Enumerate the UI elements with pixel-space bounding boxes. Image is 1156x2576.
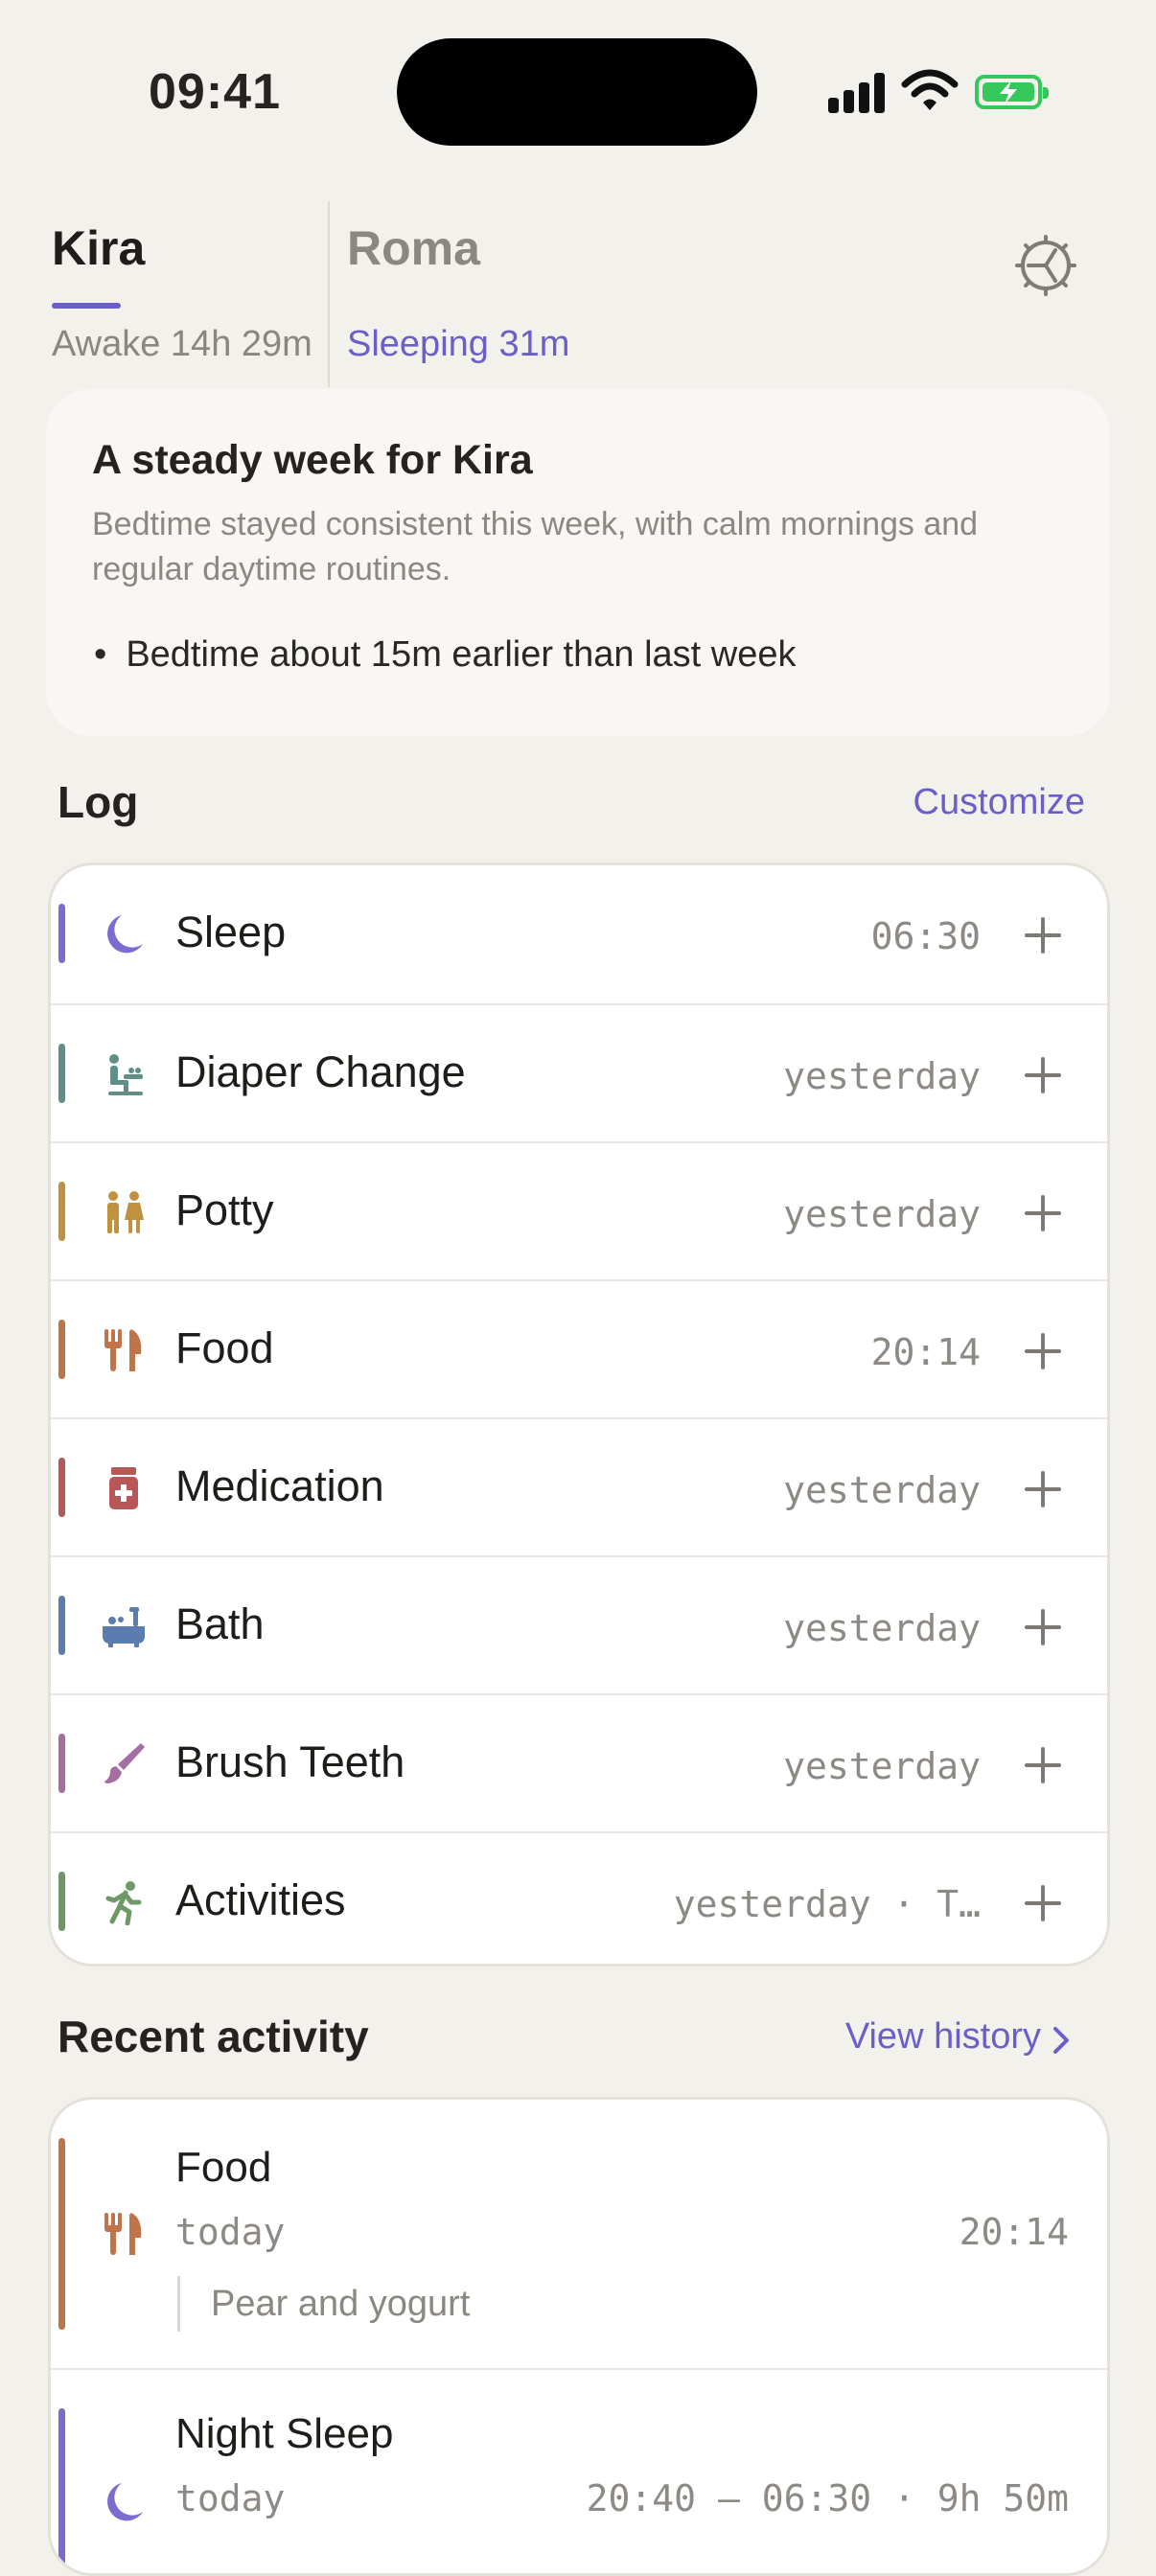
recent-section-title: Recent activity: [58, 2012, 369, 2061]
battery-charging-icon: [975, 75, 1049, 109]
log-label: Potty: [175, 1185, 274, 1234]
gear-icon[interactable]: [1012, 232, 1079, 299]
bathtub-icon: [103, 1607, 145, 1647]
category-color-bar: [58, 1596, 65, 1655]
category-color-bar: [58, 904, 65, 963]
add-log-button[interactable]: [1025, 1195, 1061, 1231]
profile-divider: [328, 201, 330, 387]
changing-table-icon: [108, 1054, 143, 1095]
add-log-button[interactable]: [1025, 1609, 1061, 1645]
recent-entry-food[interactable]: Food today 20:14 Pear and yogurt: [51, 2100, 1107, 2368]
entry-day: today: [175, 2477, 286, 2519]
fork-knife-icon: [104, 1329, 142, 1371]
medicine-bottle-icon: [109, 1467, 138, 1509]
moon-icon: [107, 2483, 143, 2521]
profile-state: Sleeping 31m: [347, 324, 570, 364]
restroom-icon: [107, 1191, 144, 1233]
profile-name: Roma: [347, 221, 480, 275]
profile-state: Awake 14h 29m: [52, 324, 312, 364]
category-color-bar: [58, 1182, 65, 1241]
summary-bullet: • Bedtime about 15m earlier than last wee…: [94, 634, 797, 675]
log-label: Sleep: [175, 908, 287, 956]
log-row-potty[interactable]: Potty yesterday: [51, 1141, 1107, 1281]
view-history-link[interactable]: View history: [845, 2016, 1041, 2058]
category-color-bar: [58, 1458, 65, 1517]
customize-button[interactable]: Customize: [913, 782, 1086, 823]
log-row-sleep[interactable]: Sleep 06:30: [51, 865, 1107, 1003]
log-last-time: 06:30: [870, 915, 981, 957]
log-row-medication[interactable]: Medication yesterday: [51, 1417, 1107, 1557]
fork-knife-icon: [104, 2213, 142, 2255]
log-last-time: yesterday: [783, 1745, 981, 1787]
entry-note: Pear and yogurt: [177, 2276, 470, 2332]
log-label: Activities: [175, 1875, 346, 1924]
log-last-time: yesterday: [783, 1607, 981, 1649]
log-last-time: yesterday: [783, 1193, 981, 1235]
log-label: Bath: [175, 1599, 265, 1648]
dynamic-island: [397, 38, 757, 146]
moon-icon: [107, 915, 143, 954]
profile-tab-roma[interactable]: Roma Sleeping 31m: [347, 220, 569, 364]
log-row-activities[interactable]: Activities yesterday · T…: [51, 1831, 1107, 1964]
active-profile-indicator: [52, 303, 121, 309]
log-row-bath[interactable]: Bath yesterday: [51, 1555, 1107, 1695]
add-log-button[interactable]: [1025, 1471, 1061, 1507]
entry-time: 20:40 – 06:30 · 9h 50m: [586, 2477, 1069, 2519]
log-row-diaper-change[interactable]: Diaper Change yesterday: [51, 1003, 1107, 1143]
chevron-right-icon[interactable]: [1051, 2024, 1072, 2057]
log-last-time: yesterday · T…: [673, 1883, 981, 1925]
cellular-signal-icon: [828, 73, 886, 113]
log-last-time: 20:14: [870, 1331, 981, 1373]
log-row-food[interactable]: Food 20:14: [51, 1279, 1107, 1419]
profile-tab-kira[interactable]: Kira Awake 14h 29m: [52, 220, 312, 364]
recent-entry-night-sleep[interactable]: Night Sleep today 20:40 – 06:30 · 9h 50m: [51, 2370, 1107, 2573]
add-log-button[interactable]: [1025, 1333, 1061, 1369]
category-color-bar: [58, 1872, 65, 1931]
add-log-button[interactable]: [1025, 1747, 1061, 1783]
entry-day: today: [175, 2211, 286, 2253]
entry-title: Night Sleep: [175, 2410, 394, 2457]
log-list: Sleep 06:30 Diaper Change yesterday Pott…: [48, 862, 1110, 1966]
log-label: Food: [175, 1323, 274, 1372]
category-color-bar: [58, 1734, 65, 1793]
add-log-button[interactable]: [1025, 1885, 1061, 1921]
log-row-brush-teeth[interactable]: Brush Teeth yesterday: [51, 1693, 1107, 1833]
brush-icon: [104, 1743, 145, 1783]
running-person-icon: [105, 1881, 142, 1925]
profile-name: Kira: [52, 221, 146, 275]
log-label: Diaper Change: [175, 1047, 466, 1096]
add-log-button[interactable]: [1025, 1057, 1061, 1093]
summary-bullet-text: Bedtime about 15m earlier than last week: [126, 634, 797, 675]
log-label: Medication: [175, 1461, 384, 1510]
log-last-time: yesterday: [783, 1055, 981, 1097]
category-color-bar: [58, 2408, 65, 2573]
add-log-button[interactable]: [1025, 917, 1061, 954]
category-color-bar: [58, 2138, 65, 2330]
log-section-title: Log: [58, 777, 139, 827]
log-label: Brush Teeth: [175, 1737, 405, 1786]
status-time: 09:41: [149, 64, 281, 120]
recent-activity-list: Food today 20:14 Pear and yogurt Night S…: [48, 2097, 1110, 2576]
entry-time: 20:14: [959, 2211, 1069, 2253]
summary-description: Bedtime stayed consistent this week, wit…: [92, 506, 979, 587]
log-last-time: yesterday: [783, 1469, 981, 1511]
wifi-icon: [901, 69, 959, 110]
category-color-bar: [58, 1044, 65, 1103]
summary-title: A steady week for Kira: [92, 437, 533, 483]
category-color-bar: [58, 1320, 65, 1379]
weekly-summary-card: A steady week for Kira Bedtime stayed co…: [46, 389, 1110, 736]
entry-title: Food: [175, 2144, 272, 2191]
